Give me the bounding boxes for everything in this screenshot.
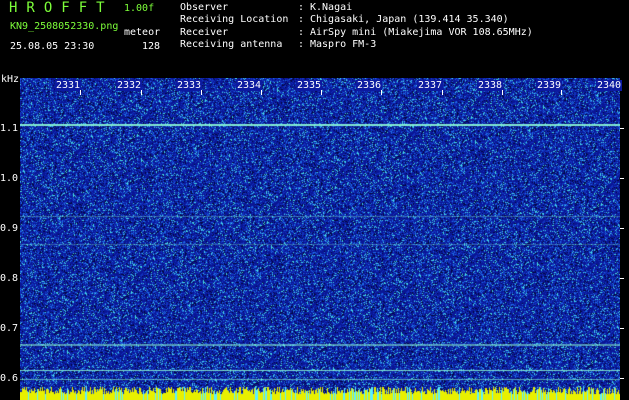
info-row-location: Receiving Location : Chigasaki, Japan (1… (180, 14, 533, 26)
info-row-receiver: Receiver : AirSpy mini (Miakejima VOR 10… (180, 27, 533, 39)
info-label: Observer (180, 2, 229, 13)
x-tick-mark (442, 90, 443, 95)
spectrogram-plot (20, 78, 620, 400)
date-time: 25.08.05 23:30 (10, 41, 95, 52)
x-tick-label: 2339 (536, 80, 563, 91)
info-separator: : (298, 14, 305, 26)
y-tick-label: 1.0 (0, 173, 19, 184)
spectrogram-canvas (20, 78, 620, 400)
x-tick-label: 2331 (55, 80, 82, 91)
fft-size: 128 (142, 41, 161, 52)
mode-label: meteor (124, 27, 161, 38)
info-value: AirSpy mini (Miakejima VOR 108.65MHz) (310, 26, 533, 38)
info-separator: : (298, 2, 305, 13)
info-separator: : (298, 26, 305, 38)
x-tick-label: 2340 (596, 80, 623, 91)
x-tick-label: 2336 (356, 80, 383, 91)
x-tick-mark (381, 90, 382, 95)
file-name: KN9_2508052330.png (10, 21, 119, 32)
info-label: Receiver (180, 26, 229, 38)
x-tick-mark (80, 90, 81, 95)
x-tick-mark (261, 90, 262, 95)
x-tick-label: 2335 (296, 80, 323, 91)
y-tick-mark (620, 278, 624, 279)
info-label: Receiving antenna (180, 38, 283, 50)
y-tick-mark (620, 378, 624, 379)
observer-info: Observer : K.Nagai Receiving Location : … (180, 2, 533, 51)
info-value: K.Nagai (310, 2, 353, 13)
y-tick-label: 0.8 (0, 273, 19, 284)
x-tick-mark (561, 90, 562, 95)
info-separator: : (298, 38, 305, 50)
y-tick-label: 0.7 (0, 323, 19, 334)
x-tick-mark (201, 90, 202, 95)
app-logo: HROFFT (9, 0, 114, 16)
x-tick-mark (141, 90, 142, 95)
x-tick-label: 2332 (116, 80, 143, 91)
info-label: Receiving Location (180, 14, 289, 26)
y-tick-mark (620, 228, 624, 229)
x-tick-label: 2337 (417, 80, 444, 91)
header-left: HROFFT 1.00f KN9_2508052330.png meteor 2… (0, 0, 170, 72)
y-tick-mark (620, 178, 624, 179)
info-value: Maspro FM-3 (310, 38, 377, 50)
x-tick-label: 2334 (236, 80, 263, 91)
info-row-antenna: Receiving antenna : Maspro FM-3 (180, 39, 533, 51)
x-tick-mark (321, 90, 322, 95)
y-tick-mark (620, 328, 624, 329)
y-axis-right (620, 78, 629, 400)
y-tick-label: 0.6 (0, 373, 19, 384)
y-tick-label: 0.9 (0, 223, 19, 234)
x-tick-mark (502, 90, 503, 95)
info-row-observer: Observer : K.Nagai (180, 2, 533, 14)
x-tick-label: 2338 (477, 80, 504, 91)
y-axis-unit: kHz (1, 74, 20, 85)
x-tick-label: 2333 (176, 80, 203, 91)
app-version: 1.00f (124, 3, 155, 14)
y-tick-label: 1.1 (0, 123, 19, 134)
info-value: Chigasaki, Japan (139.414 35.340) (310, 14, 509, 26)
y-tick-mark (620, 128, 624, 129)
